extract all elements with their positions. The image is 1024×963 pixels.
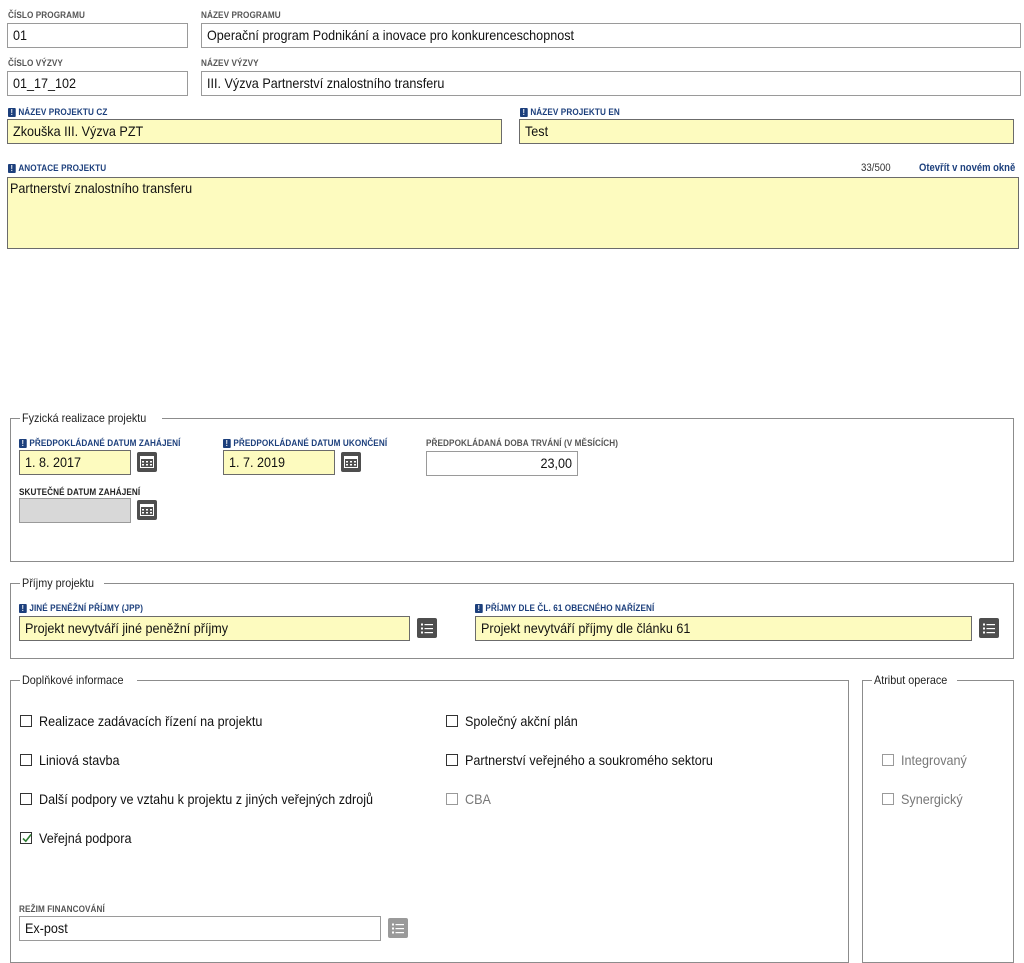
exclamation-icon: ! — [475, 604, 483, 613]
checkbox-integrated: Integrovaný — [882, 752, 974, 768]
call-number-field: 01_17_102 — [7, 71, 188, 96]
exclamation-icon: ! — [8, 108, 16, 117]
program-number-label: ČÍSLO PROGRAMU — [8, 10, 86, 21]
checkbox-ppp[interactable]: Partnerství veřejného a soukromého sekto… — [446, 752, 740, 768]
actual-start-input — [19, 498, 131, 523]
jpp-label: ! JINÉ PENĚŽNÍ PŘÍJMY (JPP) — [19, 603, 143, 614]
checkbox-box[interactable] — [446, 715, 458, 727]
financing-mode-label: REŽIM FINANCOVÁNÍ — [19, 904, 105, 915]
call-number-label: ČÍSLO VÝZVY — [8, 58, 63, 69]
art61-label: ! PŘÍJMY DLE ČL. 61 OBECNÉHO NAŘÍZENÍ — [475, 603, 654, 614]
exclamation-icon: ! — [19, 439, 27, 448]
checkbox-synergic: Synergický — [882, 791, 969, 807]
exclamation-icon: ! — [223, 439, 231, 448]
checkbox-box-disabled — [882, 793, 894, 805]
actual-start-label: SKUTEČNÉ DATUM ZAHÁJENÍ — [19, 487, 141, 498]
checkbox-box-disabled — [882, 754, 894, 766]
calendar-icon — [344, 456, 358, 468]
checkbox-other-public-support[interactable]: Další podpory ve vztahu k projektu z jin… — [20, 791, 410, 807]
checkbox-box[interactable] — [20, 715, 32, 727]
planned-start-calendar-button[interactable] — [137, 452, 157, 472]
checkbox-public-support[interactable]: Veřejná podpora — [20, 830, 142, 846]
calendar-icon — [140, 504, 154, 516]
list-icon — [421, 623, 433, 633]
program-name-label: NÁZEV PROGRAMU — [201, 10, 281, 21]
project-name-en-input[interactable]: Test — [519, 119, 1014, 144]
actual-start-calendar-button[interactable] — [137, 500, 157, 520]
project-name-cz-label: ! NÁZEV PROJEKTU CZ — [8, 107, 107, 118]
project-name-cz-input[interactable]: Zkouška III. Výzva PZT — [7, 119, 502, 144]
planned-duration-label: PŘEDPOKLÁDANÁ DOBA TRVÁNÍ (V MĚSÍCÍCH) — [426, 438, 619, 449]
planned-end-label: ! PŘEDPOKLÁDANÉ DATUM UKONČENÍ — [223, 438, 387, 449]
exclamation-icon: ! — [520, 108, 528, 117]
planned-end-calendar-button[interactable] — [341, 452, 361, 472]
check-icon — [22, 834, 32, 843]
annotation-textarea[interactable]: Partnerství znalostního transferu — [7, 177, 1019, 249]
income-legend: Příjmy projektu — [22, 576, 95, 590]
planned-start-label: ! PŘEDPOKLÁDANÉ DATUM ZAHÁJENÍ — [19, 438, 180, 449]
annotation-label: ! ANOTACE PROJEKTU — [8, 163, 106, 174]
list-icon — [392, 923, 404, 933]
calendar-icon — [140, 456, 154, 468]
planned-duration-field: 23,00 — [426, 451, 578, 476]
jpp-select[interactable]: Projekt nevytváří jiné peněžní příjmy — [19, 616, 410, 641]
exclamation-icon: ! — [19, 604, 27, 613]
physical-realization-legend: Fyzická realizace projektu — [22, 411, 147, 425]
art61-select[interactable]: Projekt nevytváří příjmy dle článku 61 — [475, 616, 972, 641]
checkbox-cba: CBA — [446, 791, 494, 807]
program-name-field: Operační program Podnikání a inovace pro… — [201, 23, 1021, 48]
checkbox-joint-action-plan[interactable]: Společný akční plán — [446, 713, 590, 729]
call-name-label: NÁZEV VÝZVY — [201, 58, 259, 69]
art61-list-button[interactable] — [979, 618, 999, 638]
checkbox-box[interactable] — [20, 793, 32, 805]
additional-info-legend: Doplňkové informace — [22, 673, 124, 687]
exclamation-icon: ! — [8, 164, 16, 173]
planned-end-input[interactable]: 1. 7. 2019 — [223, 450, 335, 475]
financing-mode-list-button[interactable] — [388, 918, 408, 938]
call-name-field: III. Výzva Partnerství znalostního trans… — [201, 71, 1021, 96]
open-in-new-window-link[interactable]: Otevřít v novém okně — [919, 162, 1015, 174]
financing-mode-select[interactable]: Ex-post — [19, 916, 381, 941]
jpp-list-button[interactable] — [417, 618, 437, 638]
operation-attribute-section: Atribut operace — [862, 673, 1014, 963]
operation-attribute-legend: Atribut operace — [874, 673, 948, 687]
checkbox-box[interactable] — [20, 754, 32, 766]
checkbox-linear-construction[interactable]: Liniová stavba — [20, 752, 129, 768]
project-name-en-label: ! NÁZEV PROJEKTU EN — [520, 107, 620, 118]
planned-start-input[interactable]: 1. 8. 2017 — [19, 450, 131, 475]
annotation-counter: 33/500 — [861, 162, 891, 174]
physical-realization-section: Fyzická realizace projektu — [10, 411, 1014, 562]
program-number-field: 01 — [7, 23, 188, 48]
checkbox-procurement[interactable]: Realizace zadávacích řízení na projektu — [20, 713, 287, 729]
checkbox-box[interactable] — [446, 754, 458, 766]
checkbox-box-checked[interactable] — [20, 832, 32, 844]
checkbox-box-disabled — [446, 793, 458, 805]
list-icon — [983, 623, 995, 633]
